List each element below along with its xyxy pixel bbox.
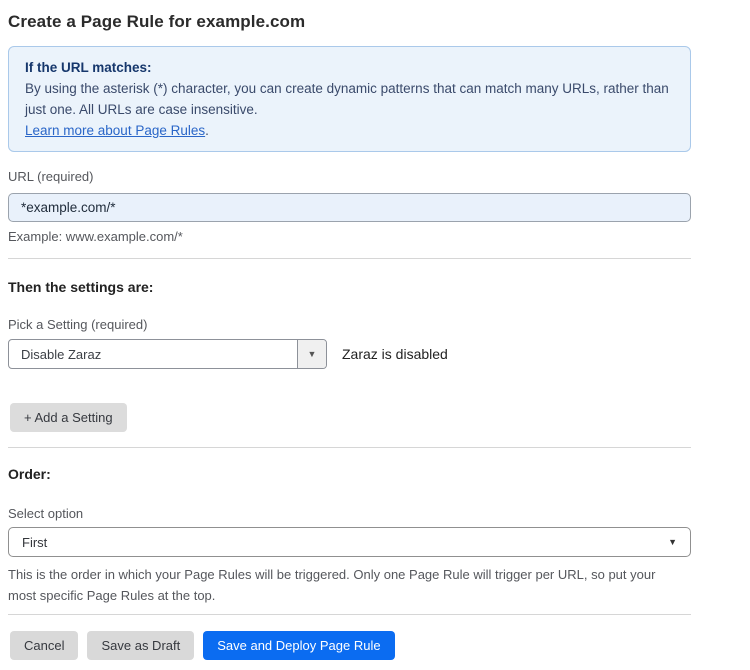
footer-actions: Cancel Save as Draft Save and Deploy Pag…	[10, 631, 691, 660]
cancel-button[interactable]: Cancel	[10, 631, 78, 660]
chevron-down-icon: ▼	[308, 350, 317, 359]
order-select-value: First	[22, 535, 47, 550]
divider	[8, 447, 691, 448]
save-and-deploy-button[interactable]: Save and Deploy Page Rule	[203, 631, 394, 660]
info-box-link-line: Learn more about Page Rules.	[25, 120, 674, 141]
settings-section-heading: Then the settings are:	[8, 279, 691, 296]
save-as-draft-button[interactable]: Save as Draft	[87, 631, 194, 660]
info-box-body: By using the asterisk (*) character, you…	[25, 78, 674, 120]
page-rule-form: Create a Page Rule for example.com If th…	[8, 0, 691, 660]
order-section-heading: Order:	[8, 466, 691, 483]
url-input[interactable]	[8, 193, 691, 222]
url-field-hint: Example: www.example.com/*	[8, 229, 691, 244]
page-title: Create a Page Rule for example.com	[8, 12, 691, 32]
setting-select-value: Disable Zaraz	[9, 340, 297, 368]
order-help-text: This is the order in which your Page Rul…	[8, 564, 678, 606]
link-suffix: .	[205, 123, 209, 138]
divider	[8, 614, 691, 615]
setting-select-arrow-button[interactable]: ▼	[297, 340, 326, 368]
setting-picker-label: Pick a Setting (required)	[8, 317, 691, 332]
setting-select[interactable]: Disable Zaraz ▼	[8, 339, 327, 369]
order-select-label: Select option	[8, 506, 691, 521]
add-setting-button[interactable]: + Add a Setting	[10, 403, 127, 432]
chevron-down-icon: ▼	[668, 538, 677, 547]
order-select[interactable]: First ▼	[8, 527, 691, 557]
url-field-label: URL (required)	[8, 169, 691, 184]
url-match-info-box: If the URL matches: By using the asteris…	[8, 46, 691, 152]
info-box-heading: If the URL matches:	[25, 57, 674, 78]
setting-status-text: Zaraz is disabled	[342, 346, 448, 362]
divider	[8, 258, 691, 259]
setting-row: Disable Zaraz ▼ Zaraz is disabled	[8, 339, 691, 369]
learn-more-link[interactable]: Learn more about Page Rules	[25, 123, 205, 138]
